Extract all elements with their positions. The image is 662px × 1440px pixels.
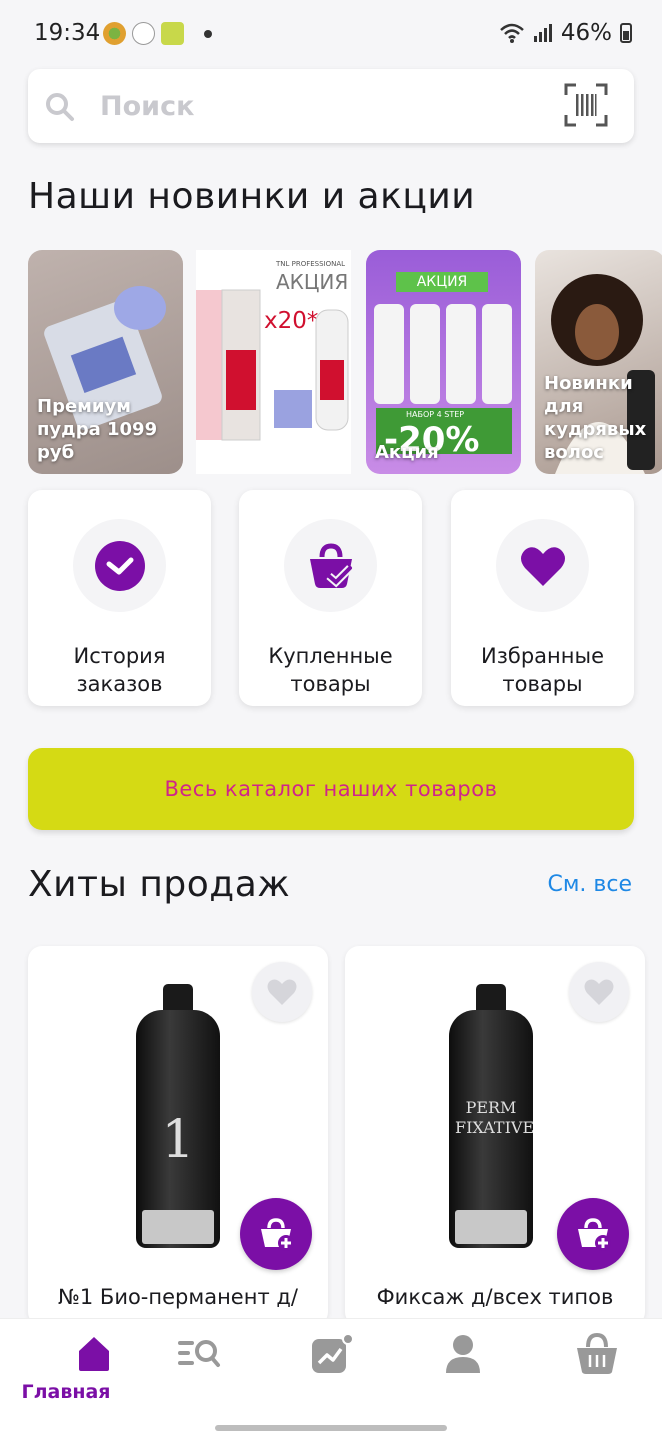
status-bar: 19:34 46% — [0, 0, 662, 68]
promo-card[interactable]: TNL PROFESSIONAL АКЦИЯ х20* — [196, 250, 351, 474]
favorites-icon-wrap — [496, 519, 589, 612]
nav-profile[interactable] — [416, 1333, 512, 1403]
nav-home[interactable]: Главная — [0, 1333, 132, 1403]
battery-icon — [620, 23, 632, 43]
wifi-icon — [500, 23, 524, 43]
promo-label: Новинки для кудрявых волос — [544, 373, 647, 463]
cart-icon — [577, 1333, 617, 1374]
heart-icon — [521, 547, 565, 586]
nav-trending[interactable] — [282, 1333, 378, 1403]
full-catalog-button[interactable]: Весь каталог наших товаров — [28, 748, 634, 830]
favorite-button[interactable] — [252, 962, 312, 1022]
promo-sub: НАБОР 4 STEP — [406, 410, 465, 419]
catalog-search-icon — [178, 1340, 220, 1367]
signal-icon — [533, 24, 552, 42]
check-circle-icon — [95, 541, 145, 591]
nav-home-label: Главная — [21, 1381, 111, 1403]
cart-add-icon — [261, 1218, 294, 1251]
add-to-cart-button[interactable] — [557, 1198, 629, 1270]
promos-title: Наши новинки и акции — [28, 176, 476, 217]
more-notifications-dot-icon — [204, 29, 212, 38]
status-time: 19:34 — [34, 20, 101, 46]
product-image: PERM FIXATIVE — [449, 984, 535, 1250]
heart-icon — [584, 979, 614, 1005]
favorites-label: Избранные товары — [481, 644, 604, 696]
order-history-label: История заказов — [73, 644, 166, 696]
search-input[interactable] — [100, 85, 540, 127]
home-icon — [79, 1337, 109, 1371]
promo-image — [196, 289, 349, 441]
product-card[interactable]: PERM FIXATIVE Фиксаж д/всех типов — [345, 946, 645, 1326]
battery-percent: 46% — [560, 20, 612, 46]
product-card[interactable]: 1 №1 Био-перманент д/ — [28, 946, 328, 1326]
bottle-label: PERM FIXATIVE — [455, 1098, 535, 1137]
product-image: 1 — [136, 984, 220, 1250]
heart-icon — [267, 979, 297, 1005]
promo-card[interactable]: Новинки для кудрявых волос — [535, 250, 662, 474]
promo-label: Премиум пудра 1099 руб — [37, 396, 158, 463]
gesture-home-bar[interactable] — [215, 1425, 447, 1431]
purchased-items-icon-wrap — [284, 519, 377, 612]
promo-carousel[interactable]: Премиум пудра 1099 руб TNL PROFESSIONAL … — [28, 250, 662, 476]
status-right: 46% — [499, 20, 632, 46]
promo-card[interactable]: Премиум пудра 1099 руб — [28, 250, 183, 474]
product-name: №1 Био-перманент д/ — [58, 1285, 298, 1309]
nav-cart[interactable] — [548, 1333, 644, 1403]
bestsellers-title: Хиты продаж — [28, 864, 291, 905]
product-name: Фиксаж д/всех типов — [376, 1285, 614, 1309]
notification-icons — [103, 22, 212, 45]
trending-icon — [312, 1333, 354, 1373]
bottom-navigation: Главная — [0, 1318, 662, 1440]
cart-add-icon — [578, 1218, 611, 1251]
order-history-card[interactable]: История заказов — [28, 490, 211, 706]
basket-check-icon — [310, 543, 353, 588]
see-all-link[interactable]: См. все — [547, 872, 632, 897]
promo-card[interactable]: АКЦИЯ НАБОР 4 STEP -20% Акция — [366, 250, 521, 474]
profile-icon — [446, 1335, 480, 1373]
nav-catalog-search[interactable] — [148, 1333, 244, 1403]
favorite-button[interactable] — [569, 962, 629, 1022]
app-notification-icon — [103, 22, 126, 45]
order-history-icon-wrap — [73, 519, 166, 612]
search-icon — [46, 93, 74, 121]
bottle-label: 1 — [161, 1110, 195, 1170]
promo-label: Акция — [375, 442, 439, 463]
purchased-items-card[interactable]: Купленные товары — [239, 490, 422, 706]
favorites-card[interactable]: Избранные товары — [451, 490, 634, 706]
app-notification-icon — [132, 22, 155, 45]
app-notification-icon — [161, 22, 184, 45]
add-to-cart-button[interactable] — [240, 1198, 312, 1270]
barcode-scan-icon[interactable] — [564, 83, 608, 127]
search-bar[interactable] — [28, 69, 634, 143]
purchased-items-label: Купленные товары — [268, 644, 393, 696]
